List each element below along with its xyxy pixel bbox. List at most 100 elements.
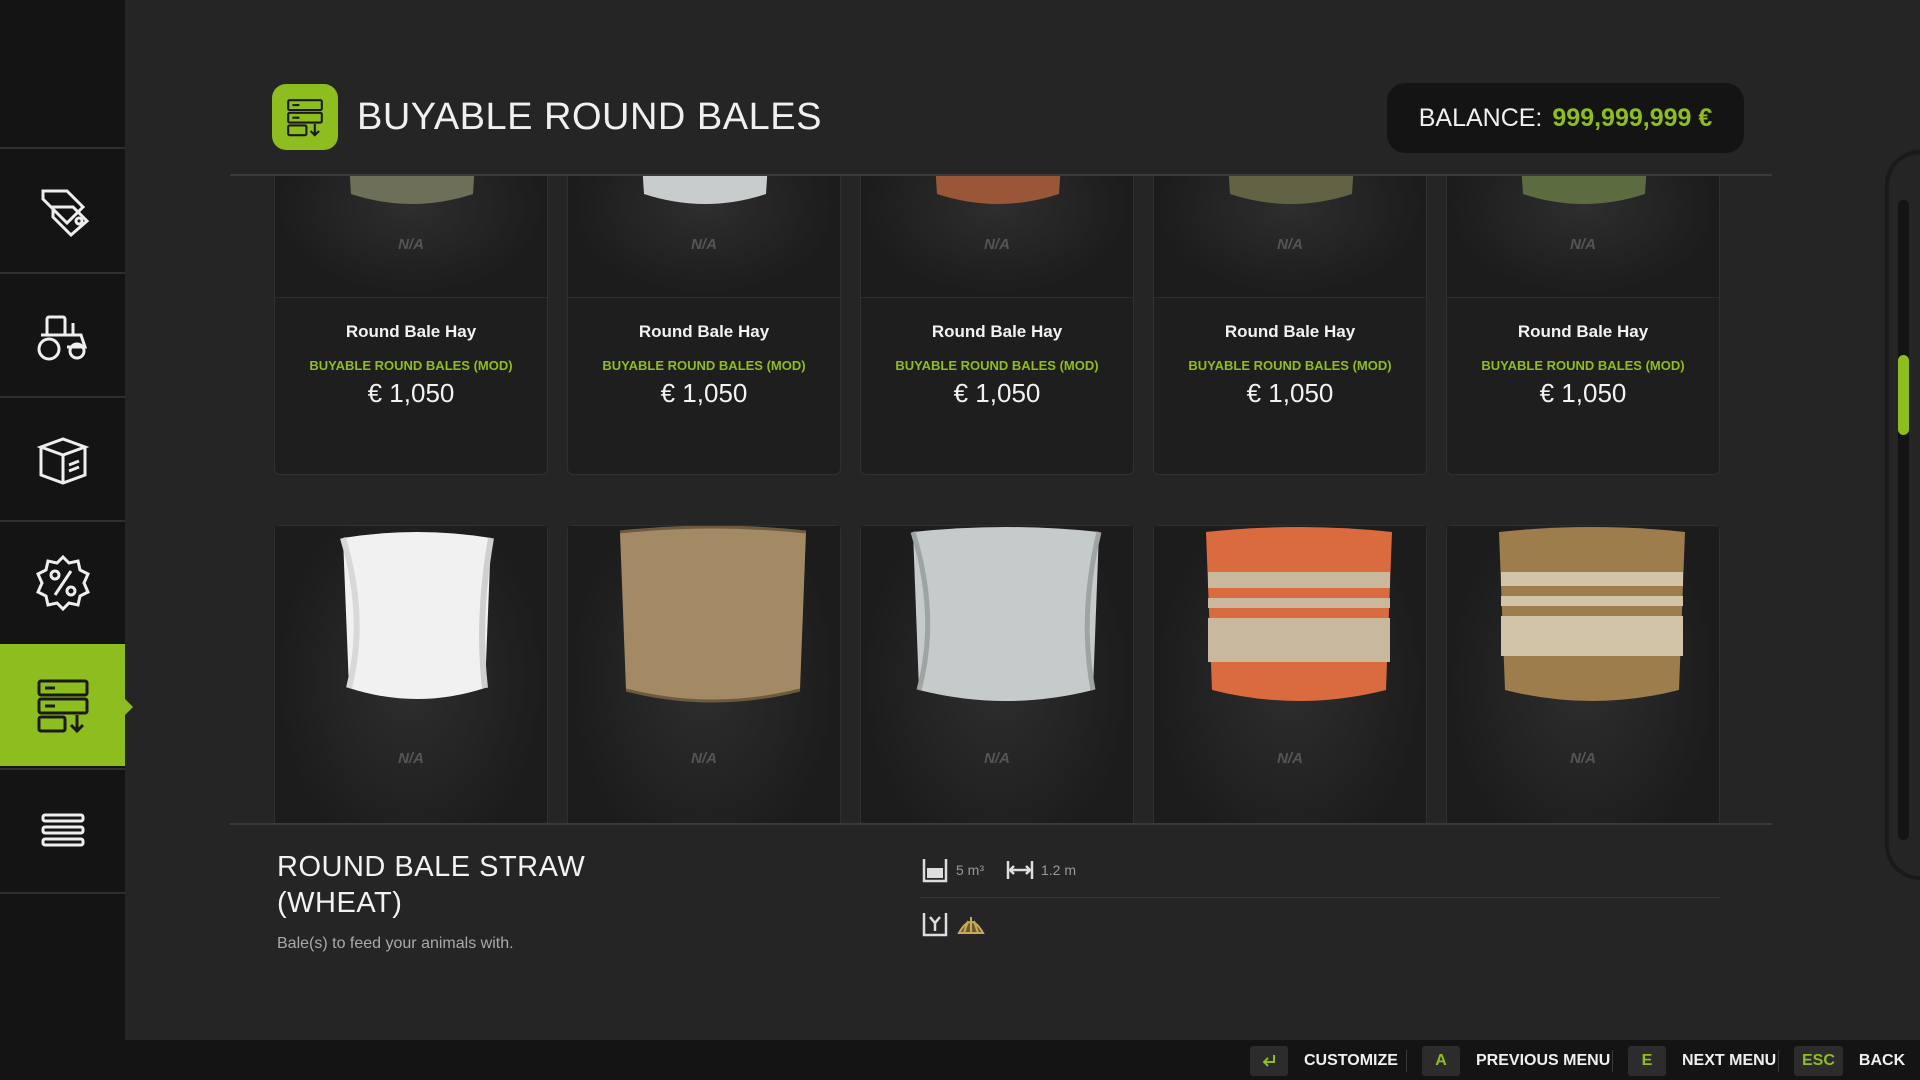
feed-trough-icon (922, 913, 948, 937)
spec-fill-types (920, 909, 986, 939)
item-mod-source: BUYABLE ROUND BALES (MOD) (309, 358, 513, 373)
availability-label: N/A (984, 750, 1010, 767)
straw-icon (957, 917, 985, 934)
round-bale-image (1206, 527, 1392, 701)
detail-title-line: (WHEAT) (277, 887, 403, 919)
page-title: BUYABLE ROUND BALES (357, 96, 822, 138)
shop-item-card[interactable]: N/A Round Bale Hay BUYABLE ROUND BALES (… (860, 176, 1134, 475)
sidebar-item-buyable-bales[interactable] (0, 644, 133, 766)
availability-label: N/A (398, 750, 424, 767)
scrollbar-thumb[interactable] (1898, 355, 1909, 435)
item-mod-source: BUYABLE ROUND BALES (MOD) (602, 358, 806, 373)
round-bale-image (1228, 176, 1354, 204)
balance-display: BALANCE: 999,999,999 € (1387, 83, 1744, 153)
back-button[interactable]: ESC BACK (1794, 1046, 1905, 1076)
availability-label: N/A (1570, 750, 1596, 767)
detail-description: Bale(s) to feed your animals with. (277, 935, 514, 952)
sidebar-item-sales[interactable] (0, 150, 125, 272)
shop-item-card[interactable]: N/A Round Bale Hay BUYABLE ROUND BALES (… (274, 176, 548, 475)
footer-separator (1406, 1050, 1407, 1072)
shop-item-card[interactable]: N/A (1446, 525, 1720, 824)
item-mod-source: BUYABLE ROUND BALES (MOD) (1188, 358, 1392, 373)
item-price: € 1,050 (660, 378, 748, 408)
availability-label: N/A (398, 236, 424, 253)
round-bale-image (910, 527, 1102, 701)
price-tags-icon (41, 189, 89, 238)
next-menu-label: NEXT MENU (1682, 1052, 1777, 1069)
item-name: Round Bale Hay (931, 322, 1063, 341)
availability-label: N/A (691, 750, 717, 767)
availability-label: N/A (1570, 236, 1596, 253)
sidebar-item-sale-offers[interactable] (0, 522, 125, 644)
item-name: Round Bale Hay (345, 322, 477, 341)
shop-item-card[interactable]: N/A Round Bale Hay BUYABLE ROUND BALES (… (567, 176, 841, 475)
sidebar-item-objects[interactable] (0, 398, 125, 520)
width-icon (1006, 861, 1034, 879)
card-divider (1154, 297, 1426, 298)
spec-volume-value: 5 m³ (956, 862, 984, 878)
round-bale-image (349, 176, 475, 204)
spec-width: 1.2 m (1005, 855, 1076, 885)
previous-menu-label: PREVIOUS MENU (1476, 1052, 1611, 1069)
back-key: ESC (1794, 1046, 1843, 1076)
round-bale-image (935, 176, 1061, 204)
item-image (861, 526, 1133, 824)
sidebar-item-vehicles[interactable] (0, 274, 125, 396)
bale-shop-icon (37, 679, 88, 734)
shop-item-card[interactable]: N/A (860, 525, 1134, 824)
menu-list-icon (41, 813, 84, 847)
sidebar-item-menu[interactable] (0, 770, 125, 892)
item-name: Round Bale Hay (1517, 322, 1649, 341)
round-bale-image (1521, 176, 1647, 204)
item-mod-source: BUYABLE ROUND BALES (MOD) (1481, 358, 1685, 373)
item-price: € 1,050 (1246, 378, 1334, 408)
enter-icon (1262, 1055, 1275, 1067)
sidebar-divider (0, 892, 125, 894)
next-menu-key: E (1628, 1046, 1666, 1076)
tractor-icon (37, 315, 87, 361)
customize-button[interactable]: CUSTOMIZE (1250, 1046, 1398, 1076)
item-price: € 1,050 (367, 378, 455, 408)
detail-title: ROUND BALE STRAW (WHEAT) (277, 849, 697, 921)
item-image (275, 526, 547, 824)
balance-value: 999,999,999 € (1552, 103, 1713, 132)
card-divider (275, 297, 547, 298)
shop-item-card[interactable]: N/A (1153, 525, 1427, 824)
item-image (1154, 526, 1426, 824)
item-grid[interactable]: N/A Round Bale Hay BUYABLE ROUND BALES (… (230, 176, 1772, 824)
sidebar-divider (0, 147, 125, 149)
card-divider (861, 297, 1133, 298)
shop-item-card[interactable]: N/A Round Bale Hay BUYABLE ROUND BALES (… (1446, 176, 1720, 475)
percent-badge-icon (35, 554, 90, 612)
volume-icon (922, 859, 948, 883)
scrollbar-track[interactable] (1898, 200, 1909, 840)
shop-item-card[interactable]: N/A (567, 525, 841, 824)
footer-separator (1612, 1050, 1613, 1072)
availability-label: N/A (984, 236, 1010, 253)
customize-label: CUSTOMIZE (1304, 1052, 1398, 1069)
round-bale-image (1499, 527, 1685, 701)
next-menu-button[interactable]: E NEXT MENU (1628, 1046, 1776, 1076)
card-divider (568, 297, 840, 298)
item-name: Round Bale Hay (1224, 322, 1356, 341)
previous-menu-button[interactable]: A PREVIOUS MENU (1422, 1046, 1610, 1076)
round-bale-image (619, 526, 807, 703)
footer-separator (1778, 1050, 1779, 1072)
previous-menu-key: A (1422, 1046, 1460, 1076)
detail-divider (230, 823, 1772, 825)
round-bale-image (340, 532, 494, 699)
item-price: € 1,050 (1539, 378, 1627, 408)
item-image (1447, 526, 1719, 824)
availability-label: N/A (1277, 236, 1303, 253)
item-price: € 1,050 (953, 378, 1041, 408)
shop-item-card[interactable]: N/A Round Bale Hay BUYABLE ROUND BALES (… (1153, 176, 1427, 475)
customize-key (1250, 1046, 1288, 1076)
spec-volume: 5 m³ (920, 855, 984, 885)
item-name: Round Bale Hay (638, 322, 770, 341)
availability-label: N/A (691, 236, 717, 253)
item-mod-source: BUYABLE ROUND BALES (MOD) (895, 358, 1099, 373)
spec-width-value: 1.2 m (1041, 862, 1077, 878)
shop-item-card[interactable]: N/A (274, 525, 548, 824)
balance-label: BALANCE: (1418, 103, 1543, 132)
header-bale-shop-icon (272, 84, 338, 150)
